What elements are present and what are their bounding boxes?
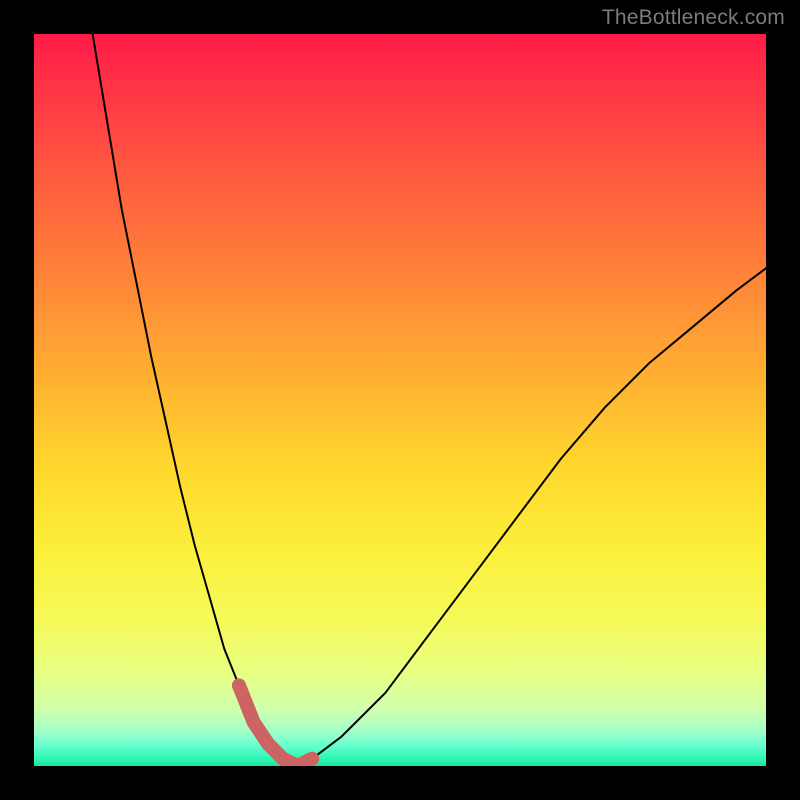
bottleneck-curve — [93, 34, 766, 766]
plot-area — [34, 34, 766, 766]
highlight-dot — [232, 679, 246, 693]
chart-frame: TheBottleneck.com — [0, 0, 800, 800]
watermark-text: TheBottleneck.com — [602, 6, 785, 30]
optimal-band — [239, 686, 312, 767]
curve-layer — [34, 34, 766, 766]
